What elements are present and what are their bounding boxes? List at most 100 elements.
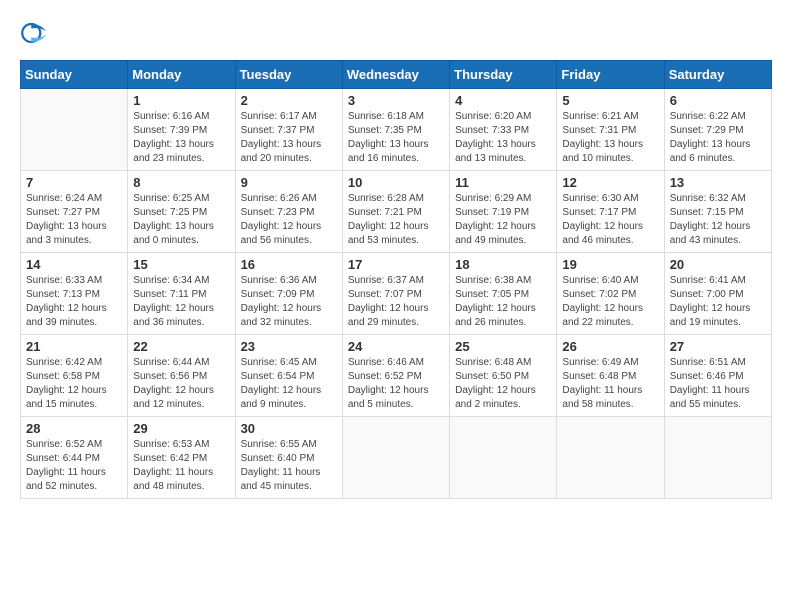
calendar-cell: 30 Sunrise: 6:55 AMSunset: 6:40 PMDayligh…	[235, 417, 342, 499]
day-info: Sunrise: 6:21 AMSunset: 7:31 PMDaylight:…	[562, 110, 658, 166]
day-number: 6	[670, 93, 766, 108]
page-header	[20, 20, 772, 50]
day-number: 10	[348, 175, 444, 190]
day-info: Sunrise: 6:38 AMSunset: 7:05 PMDaylight:…	[455, 274, 551, 330]
calendar-cell: 4Sunrise: 6:20 AMSunset: 7:33 PMDaylight…	[450, 89, 557, 171]
day-info: Sunrise: 6:17 AMSunset: 7:37 PMDaylight:…	[241, 110, 337, 166]
calendar-cell: 25Sunrise: 6:48 AMSunset: 6:50 PMDayligh…	[450, 335, 557, 417]
calendar-week-row: 1 Sunrise: 6:16 AMSunset: 7:39 PMDaylight…	[21, 89, 772, 171]
day-info: Sunrise: 6:44 AMSunset: 6:56 PMDaylight:…	[133, 356, 229, 412]
calendar-cell: 6 Sunrise: 6:22 AMSunset: 7:29 PMDaylight…	[664, 89, 771, 171]
day-info: Sunrise: 6:42 AMSunset: 6:58 PMDaylight:…	[26, 356, 122, 412]
day-number: 7	[26, 175, 122, 190]
day-info: Sunrise: 6:29 AMSunset: 7:19 PMDaylight:…	[455, 192, 551, 248]
day-number: 4	[455, 93, 551, 108]
calendar-cell: 16 Sunrise: 6:36 AMSunset: 7:09 PMDayligh…	[235, 253, 342, 335]
calendar-header-row: SundayMondayTuesdayWednesdayThursdayFrid…	[21, 61, 772, 89]
calendar-cell: 1 Sunrise: 6:16 AMSunset: 7:39 PMDaylight…	[128, 89, 235, 171]
day-info: Sunrise: 6:40 AMSunset: 7:02 PMDaylight:…	[562, 274, 658, 330]
day-number: 16	[241, 257, 337, 272]
calendar-cell	[21, 89, 128, 171]
day-number: 22	[133, 339, 229, 354]
day-number: 24	[348, 339, 444, 354]
day-info: Sunrise: 6:45 AMSunset: 6:54 PMDaylight:…	[241, 356, 337, 412]
day-info: Sunrise: 6:53 AMSunset: 6:42 PMDaylight:…	[133, 438, 229, 494]
day-info: Sunrise: 6:16 AMSunset: 7:39 PMDaylight:…	[133, 110, 229, 166]
day-info: Sunrise: 6:33 AMSunset: 7:13 PMDaylight:…	[26, 274, 122, 330]
day-info: Sunrise: 6:34 AMSunset: 7:11 PMDaylight:…	[133, 274, 229, 330]
calendar-cell	[557, 417, 664, 499]
day-info: Sunrise: 6:32 AMSunset: 7:15 PMDaylight:…	[670, 192, 766, 248]
calendar-week-row: 21 Sunrise: 6:42 AMSunset: 6:58 PMDayligh…	[21, 335, 772, 417]
calendar-cell	[342, 417, 449, 499]
calendar-cell: 12 Sunrise: 6:30 AMSunset: 7:17 PMDayligh…	[557, 171, 664, 253]
column-header-sunday: Sunday	[21, 61, 128, 89]
day-info: Sunrise: 6:36 AMSunset: 7:09 PMDaylight:…	[241, 274, 337, 330]
day-number: 2	[241, 93, 337, 108]
day-info: Sunrise: 6:30 AMSunset: 7:17 PMDaylight:…	[562, 192, 658, 248]
day-number: 9	[241, 175, 337, 190]
day-info: Sunrise: 6:41 AMSunset: 7:00 PMDaylight:…	[670, 274, 766, 330]
day-number: 14	[26, 257, 122, 272]
calendar-cell: 22 Sunrise: 6:44 AMSunset: 6:56 PMDayligh…	[128, 335, 235, 417]
day-number: 30	[241, 421, 337, 436]
calendar-cell: 17Sunrise: 6:37 AMSunset: 7:07 PMDayligh…	[342, 253, 449, 335]
calendar-cell: 19 Sunrise: 6:40 AMSunset: 7:02 PMDayligh…	[557, 253, 664, 335]
day-info: Sunrise: 6:52 AMSunset: 6:44 PMDaylight:…	[26, 438, 122, 494]
day-number: 15	[133, 257, 229, 272]
day-info: Sunrise: 6:24 AMSunset: 7:27 PMDaylight:…	[26, 192, 122, 248]
calendar-cell: 18 Sunrise: 6:38 AMSunset: 7:05 PMDayligh…	[450, 253, 557, 335]
calendar-cell: 28 Sunrise: 6:52 AMSunset: 6:44 PMDayligh…	[21, 417, 128, 499]
day-number: 18	[455, 257, 551, 272]
column-header-friday: Friday	[557, 61, 664, 89]
day-info: Sunrise: 6:22 AMSunset: 7:29 PMDaylight:…	[670, 110, 766, 166]
calendar-cell: 8 Sunrise: 6:25 AMSunset: 7:25 PMDaylight…	[128, 171, 235, 253]
calendar-cell: 15 Sunrise: 6:34 AMSunset: 7:11 PMDayligh…	[128, 253, 235, 335]
day-info: Sunrise: 6:26 AMSunset: 7:23 PMDaylight:…	[241, 192, 337, 248]
day-number: 26	[562, 339, 658, 354]
column-header-wednesday: Wednesday	[342, 61, 449, 89]
day-number: 28	[26, 421, 122, 436]
column-header-saturday: Saturday	[664, 61, 771, 89]
day-number: 20	[670, 257, 766, 272]
calendar-cell: 10 Sunrise: 6:28 AMSunset: 7:21 PMDayligh…	[342, 171, 449, 253]
column-header-tuesday: Tuesday	[235, 61, 342, 89]
calendar-cell: 27Sunrise: 6:51 AMSunset: 6:46 PMDayligh…	[664, 335, 771, 417]
day-number: 23	[241, 339, 337, 354]
day-number: 1	[133, 93, 229, 108]
calendar-cell: 26 Sunrise: 6:49 AMSunset: 6:48 PMDayligh…	[557, 335, 664, 417]
day-info: Sunrise: 6:49 AMSunset: 6:48 PMDaylight:…	[562, 356, 658, 412]
calendar-cell: 20 Sunrise: 6:41 AMSunset: 7:00 PMDayligh…	[664, 253, 771, 335]
calendar-cell	[450, 417, 557, 499]
calendar-cell: 9 Sunrise: 6:26 AMSunset: 7:23 PMDaylight…	[235, 171, 342, 253]
calendar-week-row: 7 Sunrise: 6:24 AMSunset: 7:27 PMDaylight…	[21, 171, 772, 253]
day-number: 3	[348, 93, 444, 108]
day-info: Sunrise: 6:55 AMSunset: 6:40 PMDaylight:…	[241, 438, 337, 494]
calendar-cell: 7 Sunrise: 6:24 AMSunset: 7:27 PMDaylight…	[21, 171, 128, 253]
day-number: 13	[670, 175, 766, 190]
day-number: 21	[26, 339, 122, 354]
day-number: 8	[133, 175, 229, 190]
calendar-cell: 21 Sunrise: 6:42 AMSunset: 6:58 PMDayligh…	[21, 335, 128, 417]
calendar-week-row: 14 Sunrise: 6:33 AMSunset: 7:13 PMDayligh…	[21, 253, 772, 335]
day-info: Sunrise: 6:25 AMSunset: 7:25 PMDaylight:…	[133, 192, 229, 248]
calendar-cell	[664, 417, 771, 499]
column-header-thursday: Thursday	[450, 61, 557, 89]
calendar-cell: 23 Sunrise: 6:45 AMSunset: 6:54 PMDayligh…	[235, 335, 342, 417]
day-number: 29	[133, 421, 229, 436]
day-number: 11	[455, 175, 551, 190]
day-number: 12	[562, 175, 658, 190]
logo-icon	[20, 18, 50, 48]
day-info: Sunrise: 6:48 AMSunset: 6:50 PMDaylight:…	[455, 356, 551, 412]
calendar-cell: 24Sunrise: 6:46 AMSunset: 6:52 PMDayligh…	[342, 335, 449, 417]
day-info: Sunrise: 6:28 AMSunset: 7:21 PMDaylight:…	[348, 192, 444, 248]
calendar-cell: 5Sunrise: 6:21 AMSunset: 7:31 PMDaylight…	[557, 89, 664, 171]
day-number: 19	[562, 257, 658, 272]
calendar-cell: 29 Sunrise: 6:53 AMSunset: 6:42 PMDayligh…	[128, 417, 235, 499]
calendar-cell: 3Sunrise: 6:18 AMSunset: 7:35 PMDaylight…	[342, 89, 449, 171]
calendar-table: SundayMondayTuesdayWednesdayThursdayFrid…	[20, 60, 772, 499]
column-header-monday: Monday	[128, 61, 235, 89]
day-number: 27	[670, 339, 766, 354]
day-number: 17	[348, 257, 444, 272]
calendar-cell: 13 Sunrise: 6:32 AMSunset: 7:15 PMDayligh…	[664, 171, 771, 253]
